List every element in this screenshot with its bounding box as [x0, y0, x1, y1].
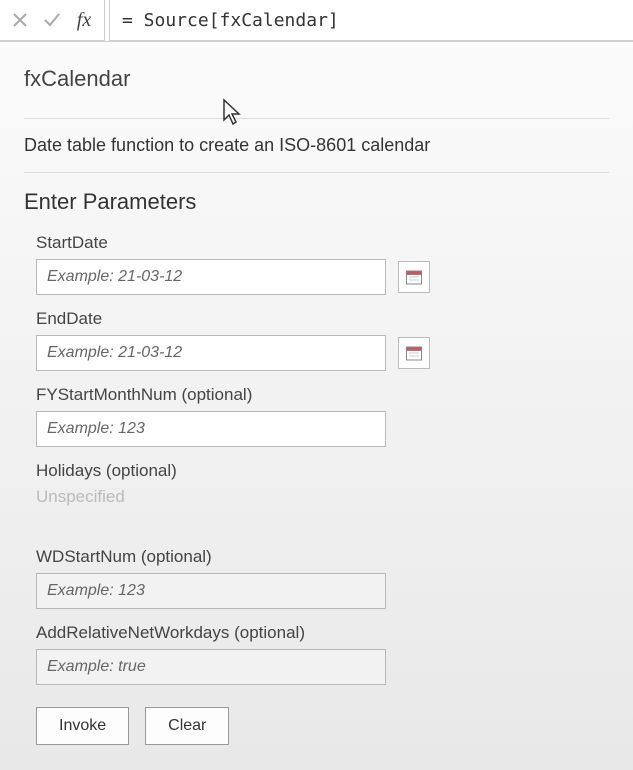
content-area: fxCalendar Date table function to create… — [0, 42, 633, 755]
param-label: WDStartNum (optional) — [36, 547, 609, 567]
calendar-icon — [405, 268, 423, 286]
cancel-formula-button[interactable] — [4, 0, 36, 40]
parameters-panel: StartDate EndDate — [24, 233, 609, 745]
divider — [24, 172, 609, 173]
formula-input[interactable]: = Source[fxCalendar] — [109, 0, 633, 41]
param-wd-start-num: WDStartNum (optional) — [36, 547, 609, 609]
confirm-formula-button[interactable] — [36, 0, 68, 40]
wd-start-num-input[interactable] — [36, 573, 386, 609]
check-icon — [43, 11, 61, 29]
param-fy-start-month: FYStartMonthNum (optional) — [36, 385, 609, 447]
divider — [24, 118, 609, 119]
close-icon — [12, 12, 28, 28]
param-label: AddRelativeNetWorkdays (optional) — [36, 623, 609, 643]
function-name: fxCalendar — [24, 66, 609, 92]
fx-icon: fx — [77, 9, 91, 32]
invoke-button[interactable]: Invoke — [36, 707, 129, 745]
add-rel-workdays-input[interactable] — [36, 649, 386, 685]
start-date-picker-button[interactable] — [398, 261, 430, 293]
param-label: FYStartMonthNum (optional) — [36, 385, 609, 405]
enter-parameters-title: Enter Parameters — [24, 189, 609, 215]
input-row — [36, 259, 609, 295]
fx-label: fx — [68, 0, 100, 40]
param-label: StartDate — [36, 233, 609, 253]
end-date-input[interactable] — [36, 335, 386, 371]
function-description: Date table function to create an ISO-860… — [24, 135, 609, 156]
start-date-input[interactable] — [36, 259, 386, 295]
button-row: Invoke Clear — [36, 707, 609, 745]
param-end-date: EndDate — [36, 309, 609, 371]
end-date-picker-button[interactable] — [398, 337, 430, 369]
param-add-rel-workdays: AddRelativeNetWorkdays (optional) — [36, 623, 609, 685]
holidays-unspecified: Unspecified — [36, 487, 609, 507]
param-holidays: Holidays (optional) Unspecified — [36, 461, 609, 507]
clear-button[interactable]: Clear — [145, 707, 229, 745]
fy-start-month-input[interactable] — [36, 411, 386, 447]
input-row — [36, 335, 609, 371]
param-label: EndDate — [36, 309, 609, 329]
formula-bar: fx = Source[fxCalendar] — [0, 0, 633, 42]
param-label: Holidays (optional) — [36, 461, 609, 481]
calendar-icon — [405, 344, 423, 362]
param-start-date: StartDate — [36, 233, 609, 295]
formula-controls: fx — [0, 0, 105, 41]
